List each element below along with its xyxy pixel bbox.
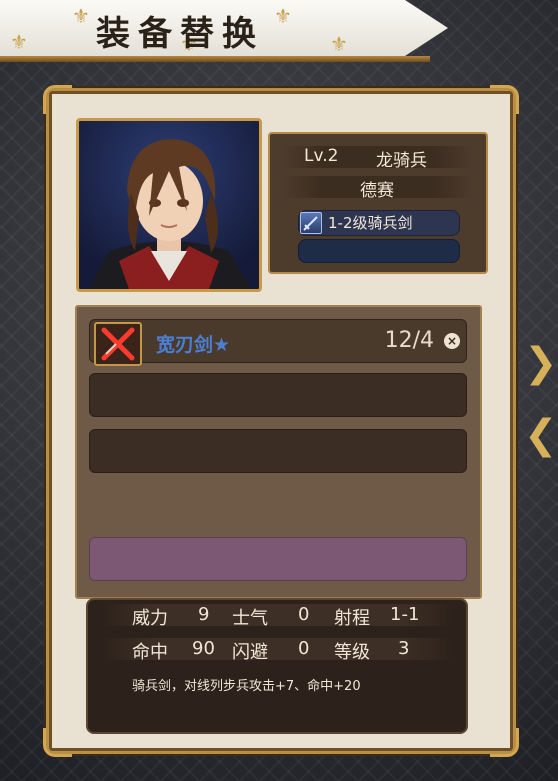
stat-value-evade: 0 <box>298 638 310 659</box>
item-description: 骑兵剑，对线列步兵攻击+7、命中+20 <box>132 679 361 694</box>
stat-label-level: 等级 <box>334 642 370 663</box>
corner-ornament <box>490 728 519 757</box>
page-title: 装备替换 <box>96 14 264 54</box>
character-portrait[interactable] <box>76 118 262 292</box>
stat-value-range: 1-1 <box>390 604 420 625</box>
stat-value-hit: 90 <box>192 638 215 659</box>
header-banner: ⚜ ⚜ ⚜ ⚜ ⚜ 装备替换 <box>0 0 448 56</box>
stat-label-range: 射程 <box>334 608 370 629</box>
stat-label-hit: 命中 <box>132 642 168 663</box>
stats-panel: 威力 9 士气 0 射程 1-1 命中 90 闪避 0 等级 3 骑兵剑，对线列… <box>86 598 468 734</box>
fleur-icon: ⚜ <box>10 30 28 54</box>
remove-item-button[interactable]: × <box>444 333 460 349</box>
sword-icon <box>300 212 322 234</box>
stat-label-morale: 士气 <box>232 608 268 629</box>
character-level: Lv.2 <box>304 146 339 166</box>
stat-value-power: 9 <box>198 604 210 625</box>
item-name: 宽刃剑★ <box>156 334 231 356</box>
fleur-icon: ⚜ <box>72 4 90 28</box>
portrait-art <box>89 139 251 289</box>
stat-value-level: 3 <box>398 638 410 659</box>
equipment-list: 宽刃剑★ 12/4 × <box>75 305 482 599</box>
crossed-sword-icon <box>94 322 142 366</box>
stat-label-evade: 闪避 <box>232 642 268 663</box>
character-class: 龙骑兵 <box>376 151 427 171</box>
banner-trim <box>0 56 430 62</box>
list-item[interactable]: 宽刃剑★ 12/4 × <box>89 319 467 366</box>
corner-ornament <box>490 85 519 114</box>
equipped-weapon-name: 1-2级骑兵剑 <box>328 214 413 232</box>
empty-list-slot[interactable] <box>89 373 467 417</box>
corner-ornament <box>43 85 72 114</box>
next-arrow-icon[interactable]: ❯ <box>524 340 558 386</box>
empty-list-slot[interactable] <box>89 429 467 473</box>
prev-arrow-icon[interactable]: ❮ <box>524 412 558 458</box>
fleur-icon: ⚜ <box>274 4 292 28</box>
stat-value-morale: 0 <box>298 604 310 625</box>
empty-equipment-slot[interactable] <box>298 239 460 263</box>
character-name: 德赛 <box>360 181 394 201</box>
item-count: 12/4 <box>384 328 434 353</box>
fleur-icon: ⚜ <box>330 32 348 56</box>
character-info-box: Lv.2 龙骑兵 德赛 1-2级骑兵剑 <box>268 132 488 274</box>
selected-slot[interactable] <box>89 537 467 581</box>
stat-label-power: 威力 <box>132 608 168 629</box>
corner-ornament <box>43 728 72 757</box>
